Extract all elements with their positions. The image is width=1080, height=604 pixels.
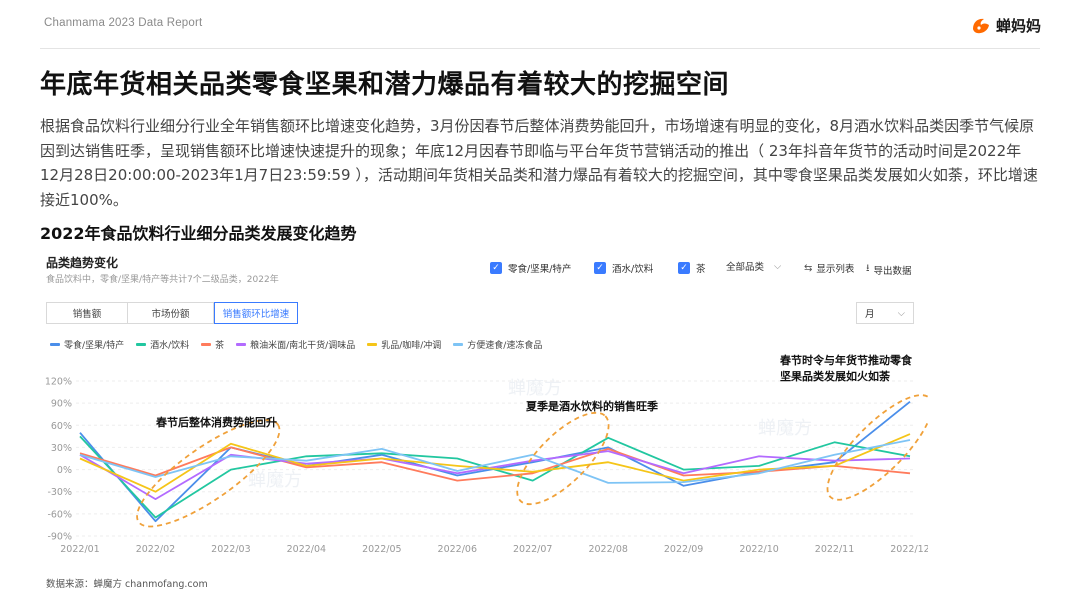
y-tick-label: 120% <box>45 377 72 388</box>
data-source: 数据来源：蝉魔方 chanmofang.com <box>46 579 208 590</box>
y-tick-label: -30% <box>47 487 72 498</box>
y-tick-label: -60% <box>47 509 72 520</box>
annotation-label: 春节后整体消费势能回升 <box>156 415 277 429</box>
highlight-ellipse <box>516 411 610 506</box>
x-tick-label: 2022/11 <box>815 544 854 555</box>
y-tick-label: 30% <box>51 443 72 454</box>
x-tick-label: 2022/09 <box>664 544 703 555</box>
brand-name: 蝉妈妈 <box>996 16 1042 35</box>
watermark-text: 蝉魔方 <box>758 418 812 439</box>
x-tick-label: 2022/06 <box>438 544 477 555</box>
header-divider <box>40 48 1040 49</box>
x-tick-label: 2022/04 <box>287 544 326 555</box>
report-title: Chanmama 2023 Data Report <box>44 17 203 29</box>
page-headline: 年底年货相关品类零食坚果和潜力爆品有着较大的挖掘空间 <box>40 70 730 100</box>
x-tick-label: 2022/05 <box>362 544 401 555</box>
y-tick-label: -90% <box>47 532 72 543</box>
brand: 蝉妈妈 <box>970 12 1041 38</box>
y-tick-label: 0% <box>57 465 72 476</box>
brand-logo-icon <box>973 18 989 34</box>
watermark-text: 蝉魔方 <box>248 470 302 491</box>
x-tick-label: 2022/08 <box>588 544 627 555</box>
annotation-label: 坚果品类发展如火如荼 <box>780 369 891 383</box>
chart-section-heading: 2022年食品饮料行业细分品类发展变化趋势 <box>40 224 357 243</box>
line-chart: 120% 90% 60% 30% 0% -30% -60% -90%2022/01 2022/0… <box>45 353 928 555</box>
annotation-label: 夏季是酒水饮料的销售旺季 <box>526 399 659 413</box>
y-tick-label: 60% <box>51 421 72 432</box>
annotation-label: 春节时令与年货节推动零食 <box>780 353 913 367</box>
x-tick-label: 2022/12 <box>890 544 928 555</box>
x-tick-label: 2022/07 <box>513 544 552 555</box>
x-tick-label: 2022/01 <box>60 544 99 555</box>
x-tick-label: 2022/10 <box>739 544 778 555</box>
x-tick-label: 2022/02 <box>136 544 175 555</box>
watermark-text: 蝉魔方 <box>508 378 562 399</box>
x-tick-label: 2022/03 <box>211 544 250 555</box>
body-paragraph: 根据食品饮料行业细分行业全年销售额环比增速变化趋势，3月份因春节后整体消费势能回… <box>40 117 1038 209</box>
y-tick-label: 90% <box>51 399 72 410</box>
